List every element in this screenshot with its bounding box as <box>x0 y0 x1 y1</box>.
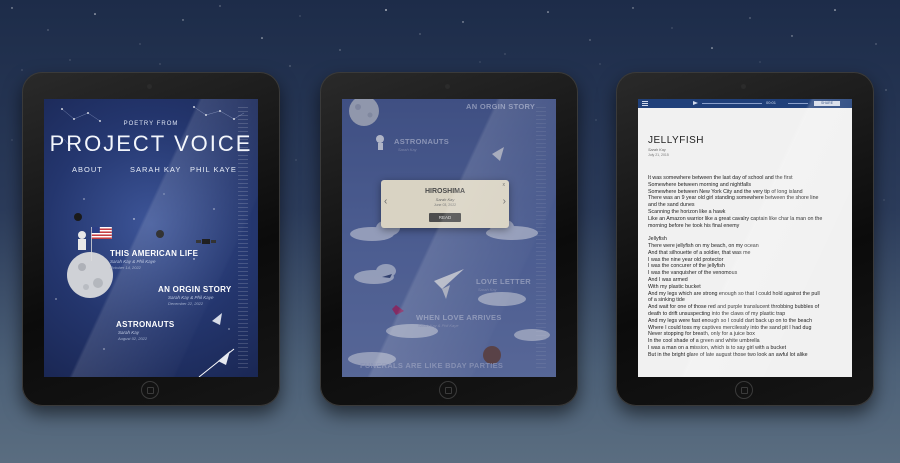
poem-line: and the sand dunes <box>648 202 695 209</box>
poem-line: And I was armed <box>648 276 688 283</box>
home-button[interactable] <box>141 381 159 399</box>
poem-authors: Sarah Kay <box>118 330 140 335</box>
poem-line: death to drift unsuspecting into the cla… <box>648 310 786 317</box>
home-button[interactable] <box>735 381 753 399</box>
poem-reader-screen: 00:01 SHARE JELLYFISH Sarah Kay July 21,… <box>638 99 852 377</box>
poem-line: With my plastic bucket <box>648 283 701 290</box>
poem-list-screen: AN ORGIN STORY ASTRONAUTS Sarah Kay LOVE… <box>342 99 556 377</box>
poem-line: of a sinking tide <box>648 297 685 304</box>
home-button[interactable] <box>439 381 457 399</box>
player-time: 00:01 <box>766 100 777 105</box>
home-screen: POETRY FROM PROJECT VOICE ABOUT SARAH KA… <box>44 99 258 377</box>
nav-about[interactable]: ABOUT <box>72 165 103 174</box>
poem-line: Never stopping for breath, only for a ju… <box>648 331 755 338</box>
poem-title-this-american-life[interactable]: THIS AMERICAN LIFE <box>110 249 198 258</box>
tablet-poem-list: AN ORGIN STORY ASTRONAUTS Sarah Kay LOVE… <box>320 72 578 406</box>
read-button[interactable]: READ <box>429 213 461 222</box>
camera <box>741 84 746 89</box>
poem-line: Like an Amazon warrior like a great cava… <box>648 215 823 222</box>
poem-author: Sarah Kay <box>648 148 666 152</box>
showcase-page: { "screen1": { "eyebrow": "POETRY FROM",… <box>0 0 900 463</box>
poem-line: I was the concurer of the jellyfish <box>648 263 725 270</box>
play-icon[interactable] <box>693 101 698 105</box>
menu-icon[interactable] <box>642 101 648 106</box>
poem-body: It was somewhere between the last day of… <box>648 175 843 359</box>
poem-date: October 14, 2022 <box>110 265 141 270</box>
poem-line: Where I could toss my captives merciless… <box>648 324 812 331</box>
camera <box>445 84 450 89</box>
poem-line: I was a man on a mission, which is to sa… <box>648 344 787 351</box>
poem-line: There were jellyfish on my beach, on my … <box>648 242 759 249</box>
poem-date: August 02, 2022 <box>118 336 148 341</box>
poem-title-an-orgin-story[interactable]: AN ORGIN STORY <box>158 285 232 294</box>
poem-line: And my legs were fast enough so I could … <box>648 317 813 324</box>
poem-line: And that silhouette of a soldier, that w… <box>648 249 751 256</box>
modal-title: HIROSHIMA <box>424 188 466 195</box>
poem-line: In the cool shade of a green and white u… <box>648 338 760 345</box>
poem-title-astronauts[interactable]: ASTRONAUTS <box>116 320 175 329</box>
modal-date: June 03, 2022 <box>433 203 457 207</box>
modal-author: Sarah Kay <box>435 197 455 202</box>
poem-line: Scanning the horizon like a hawk <box>648 208 726 215</box>
poem-line: Somewhere between New York City and the … <box>648 188 803 195</box>
nav-sarah-kay[interactable]: SARAH KAY <box>130 165 181 174</box>
share-button[interactable]: SHARE <box>814 101 840 106</box>
tablet-poem-reader: 00:01 SHARE JELLYFISH Sarah Kay July 21,… <box>616 72 874 406</box>
poem-line: It was somewhere between the last day of… <box>648 175 793 181</box>
audio-player-bar: 00:01 SHARE <box>638 99 852 108</box>
poem-preview-modal: x ‹ › HIROSHIMA Sarah Kay June 03, 2022 … <box>381 180 509 228</box>
progress-track[interactable] <box>702 103 762 104</box>
poem-line: And wait for one of those red and purple… <box>648 304 820 311</box>
modal-backdrop[interactable] <box>342 99 556 377</box>
poem-line: There was an 9 year old girl standing so… <box>648 195 819 202</box>
tablet-home: POETRY FROM PROJECT VOICE ABOUT SARAH KA… <box>22 72 280 406</box>
poem-line: I was the nine year old protector <box>648 256 724 263</box>
poem-line: morning before he took his final enemy <box>648 222 740 229</box>
poem-line: Somewhere between morning and nightfalls <box>648 181 752 188</box>
nav-phil-kaye[interactable]: PHIL KAYE <box>190 165 237 174</box>
poem-title: JELLYFISH <box>648 135 704 146</box>
poem-line: But in the bright glare of late august t… <box>648 351 808 358</box>
eyebrow-text: POETRY FROM <box>123 121 179 127</box>
poem-line: Jellyfish <box>648 236 667 243</box>
poem-line: And my legs which are strong enough so t… <box>648 290 820 297</box>
poem-date: December 22, 2022 <box>168 301 204 306</box>
poem-date: July 21, 2015 <box>648 153 669 157</box>
poem-line <box>648 229 843 236</box>
poem-line: I was the vanquisher of the venomous <box>648 270 738 277</box>
app-title: PROJECT VOICE <box>49 131 253 156</box>
poem-authors: Sarah Kay & Phil Kaye <box>168 295 214 300</box>
camera <box>147 84 152 89</box>
volume-slider[interactable] <box>788 103 808 104</box>
poem-authors: Sarah Kay & Phil Kaye <box>110 259 156 264</box>
